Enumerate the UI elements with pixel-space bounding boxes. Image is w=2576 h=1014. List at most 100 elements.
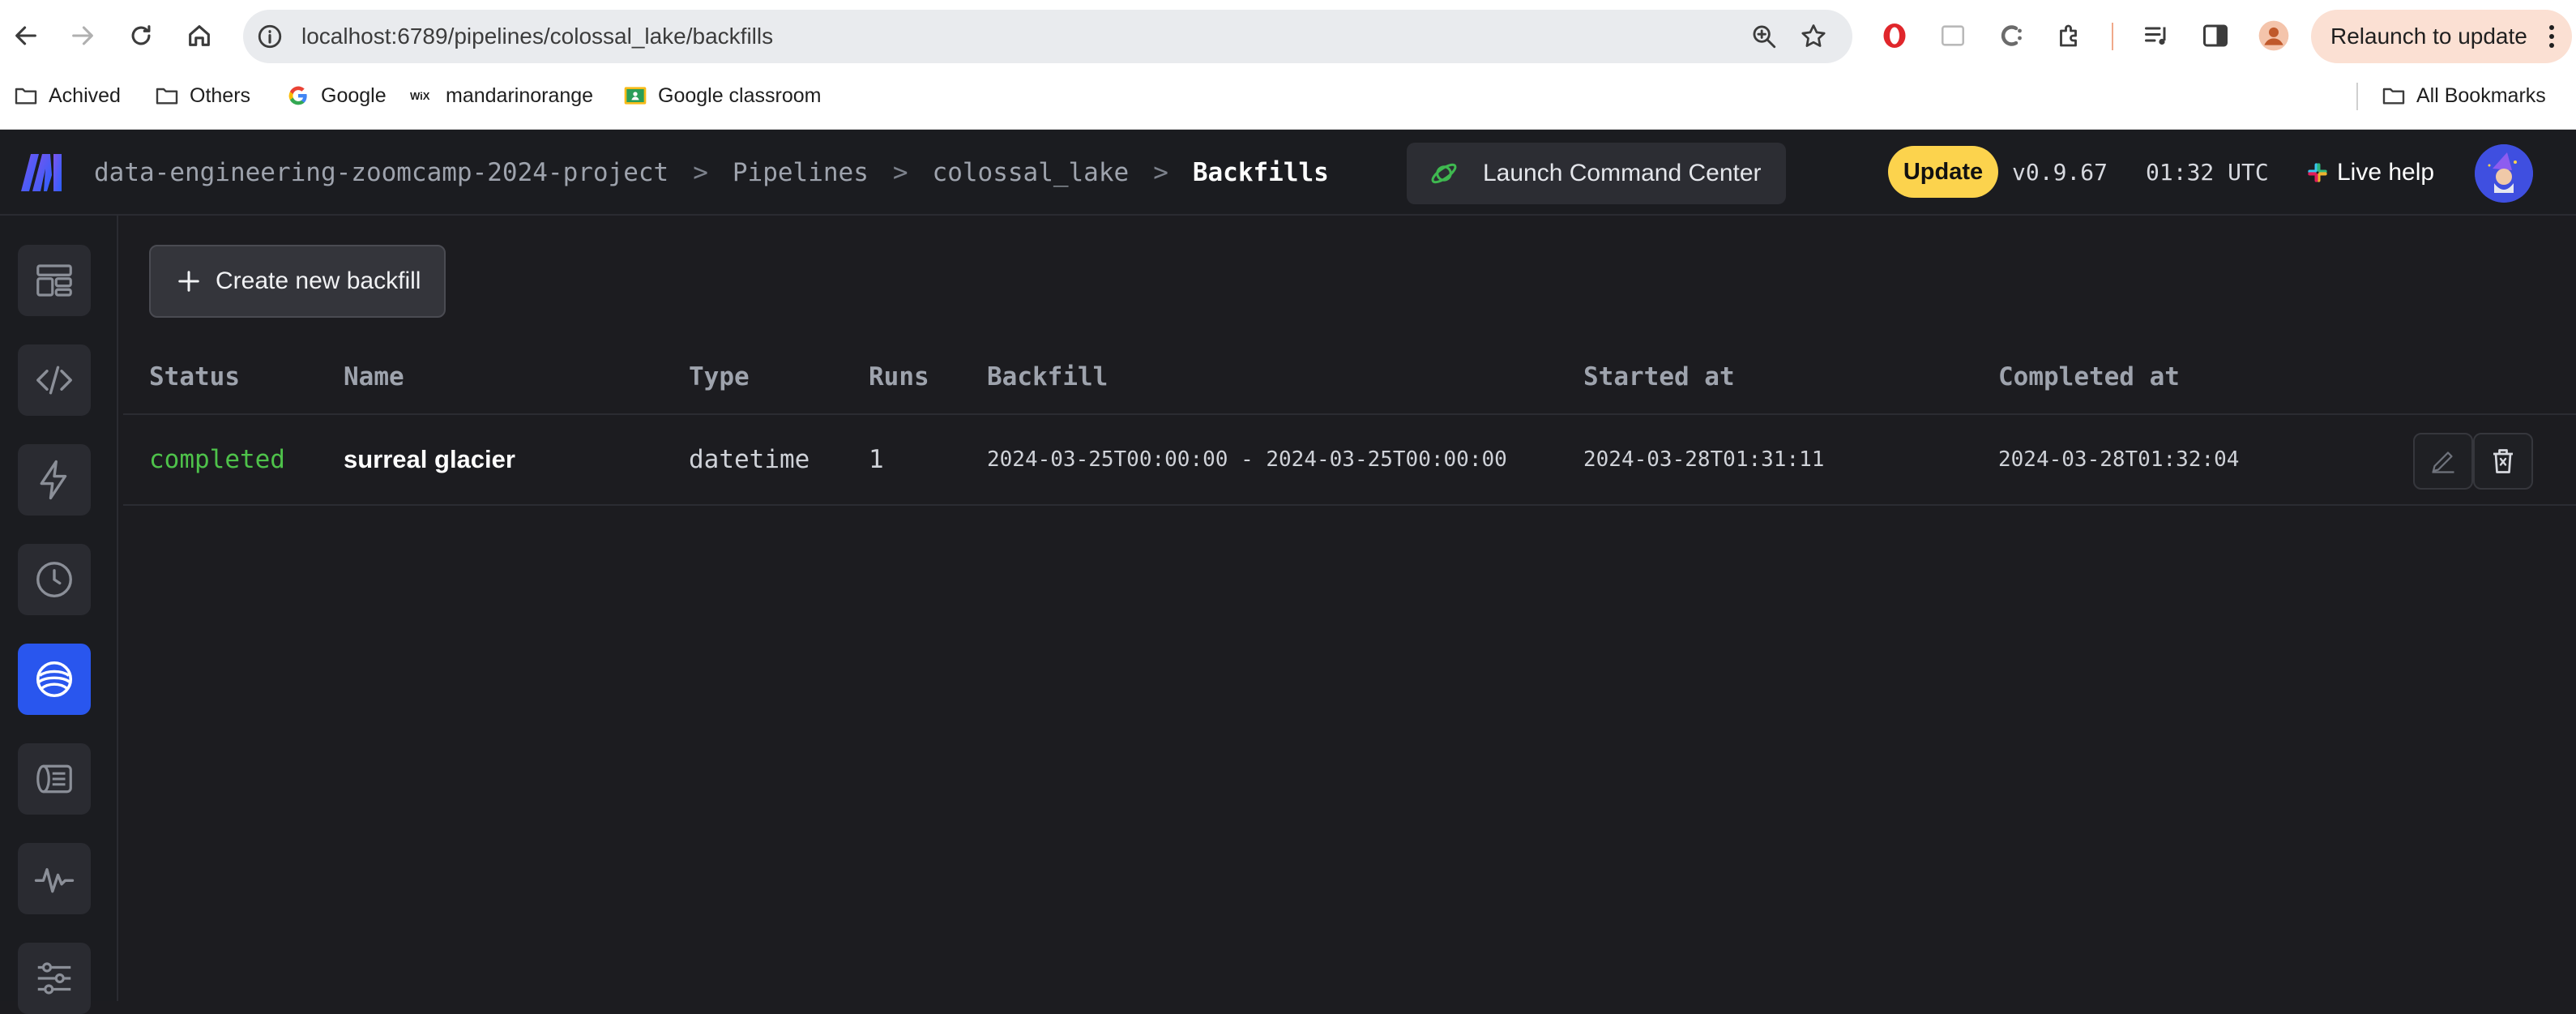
bookmark-google[interactable]: Google: [285, 71, 387, 120]
toolbar-divider: [2112, 23, 2113, 50]
mage-logo[interactable]: [19, 151, 65, 195]
relaunch-to-update-button[interactable]: Relaunch to update: [2311, 10, 2572, 63]
bookmarks-divider: [2356, 83, 2358, 110]
wix-icon: WiX: [410, 90, 430, 102]
blank-extension-icon[interactable]: [1937, 19, 1969, 52]
bookmark-label: Achived: [49, 83, 121, 107]
reload-icon: [131, 25, 151, 45]
profile-icon[interactable]: [2258, 19, 2290, 52]
bookmarks-bar: Achived Others Google WiX mandarinorange…: [0, 71, 2576, 130]
back-button[interactable]: [2, 11, 50, 60]
live-help-button[interactable]: Live help: [2306, 130, 2434, 216]
version-label: v0.9.67: [2012, 159, 2108, 186]
column-started-at: Started at: [1583, 362, 1735, 391]
column-completed-at: Completed at: [1998, 362, 2180, 391]
lightning-icon: [40, 460, 67, 500]
sidebar-item-code[interactable]: [18, 344, 91, 416]
url-text[interactable]: localhost:6789/pipelines/colossal_lake/b…: [301, 10, 773, 63]
google-icon: [288, 86, 307, 105]
code-icon: [36, 366, 72, 395]
folder-icon: [15, 88, 37, 105]
opera-extension-icon[interactable]: [1878, 19, 1911, 52]
sidebar-item-runs[interactable]: [18, 544, 91, 615]
arrow-left-icon: [15, 26, 36, 45]
bookmark-label: Google: [321, 83, 387, 107]
plus-icon: [178, 271, 199, 292]
breadcrumb-separator: >: [1153, 158, 1168, 187]
bookmark-label: mandarinorange: [446, 83, 594, 107]
command-center-label: Launch Command Center: [1483, 160, 1762, 186]
table-header: Status Name Type Runs Backfill Started a…: [123, 350, 2576, 415]
delete-backfill-button[interactable]: [2473, 433, 2533, 490]
more-menu-icon: [2549, 25, 2554, 48]
bookmark-label: Google classroom: [658, 83, 822, 107]
user-avatar[interactable]: [2475, 144, 2533, 203]
launch-command-center-button[interactable]: Launch Command Center: [1407, 143, 1786, 204]
c-extension-icon[interactable]: [1995, 19, 2027, 52]
sidebar-item-dashboard[interactable]: [18, 245, 91, 316]
sidebar-item-triggers[interactable]: [18, 444, 91, 516]
bookmark-others[interactable]: Others: [154, 71, 250, 120]
info-icon[interactable]: [256, 23, 284, 50]
edit-backfill-button[interactable]: [2413, 433, 2473, 490]
sidebar-item-logs[interactable]: [18, 743, 91, 815]
table-row[interactable]: completed surreal glacier datetime 1 202…: [123, 415, 2576, 506]
wizard-avatar-icon: [2475, 144, 2533, 203]
sidebar-item-monitor[interactable]: [18, 843, 91, 914]
folder-icon: [2382, 88, 2405, 105]
create-new-backfill-button[interactable]: Create new backfill: [149, 245, 446, 318]
sidebar-item-backfills[interactable]: [18, 644, 91, 715]
google-classroom-icon: [624, 87, 647, 105]
update-button[interactable]: Update: [1888, 146, 1998, 198]
address-bar[interactable]: localhost:6789/pipelines/colossal_lake/b…: [243, 10, 1852, 63]
column-name: Name: [344, 362, 404, 391]
row-name-link[interactable]: surreal glacier: [344, 415, 515, 504]
main-content: Create new backfill Status Name Type Run…: [120, 216, 2576, 1001]
planet-icon: [1431, 163, 1457, 184]
media-control-icon[interactable]: [2141, 19, 2173, 52]
home-icon: [189, 25, 210, 46]
sidebar-item-settings[interactable]: [18, 943, 91, 1014]
column-runs: Runs: [869, 362, 929, 391]
column-status: Status: [149, 362, 240, 391]
row-type: datetime: [689, 445, 810, 474]
row-completed-at: 2024-03-28T01:32:04: [1998, 447, 2240, 472]
logs-scroll-icon: [36, 764, 72, 794]
bookmark-achived[interactable]: Achived: [13, 71, 121, 120]
row-runs: 1: [869, 445, 884, 474]
column-backfill: Backfill: [987, 362, 1109, 391]
breadcrumb-project[interactable]: data-engineering-zoomcamp-2024-project: [94, 158, 669, 187]
breadcrumb-pipeline[interactable]: colossal_lake: [933, 158, 1130, 187]
utc-time: 01:32 UTC: [2146, 159, 2269, 186]
bookmark-label: Others: [190, 83, 251, 107]
forward-button[interactable]: [58, 11, 107, 60]
column-type: Type: [689, 362, 750, 391]
row-status: completed: [149, 445, 285, 474]
breadcrumb-pipelines[interactable]: Pipelines: [733, 158, 869, 187]
extensions-puzzle-icon[interactable]: [2053, 19, 2086, 52]
browser-toolbar: localhost:6789/pipelines/colossal_lake/b…: [0, 0, 2576, 71]
all-bookmarks-button[interactable]: All Bookmarks: [2381, 71, 2546, 120]
row-started-at: 2024-03-28T01:31:11: [1583, 447, 1825, 472]
pencil-icon: [2432, 451, 2454, 473]
all-bookmarks-label: All Bookmarks: [2416, 83, 2546, 107]
sidebar: [0, 216, 118, 1014]
bookmark-mandarinorange[interactable]: WiX mandarinorange: [410, 71, 593, 120]
bookmark-star-icon[interactable]: [1799, 22, 1828, 51]
breadcrumb: data-engineering-zoomcamp-2024-project >…: [94, 130, 1329, 216]
app-header: data-engineering-zoomcamp-2024-project >…: [0, 130, 2576, 216]
pulse-icon: [34, 868, 75, 893]
bookmark-google-classroom[interactable]: Google classroom: [622, 71, 821, 120]
create-backfill-label: Create new backfill: [216, 267, 421, 294]
folder-icon: [156, 88, 178, 105]
relaunch-label: Relaunch to update: [2330, 24, 2527, 49]
side-panel-icon[interactable]: [2199, 19, 2232, 52]
breadcrumb-separator: >: [693, 158, 708, 187]
home-button[interactable]: [175, 11, 224, 60]
backfill-globe-icon: [36, 661, 73, 698]
reload-button[interactable]: [117, 11, 165, 60]
slack-icon: [2308, 163, 2327, 182]
layout-icon: [36, 264, 72, 297]
zoom-icon[interactable]: [1750, 23, 1778, 50]
clock-icon: [36, 562, 72, 597]
